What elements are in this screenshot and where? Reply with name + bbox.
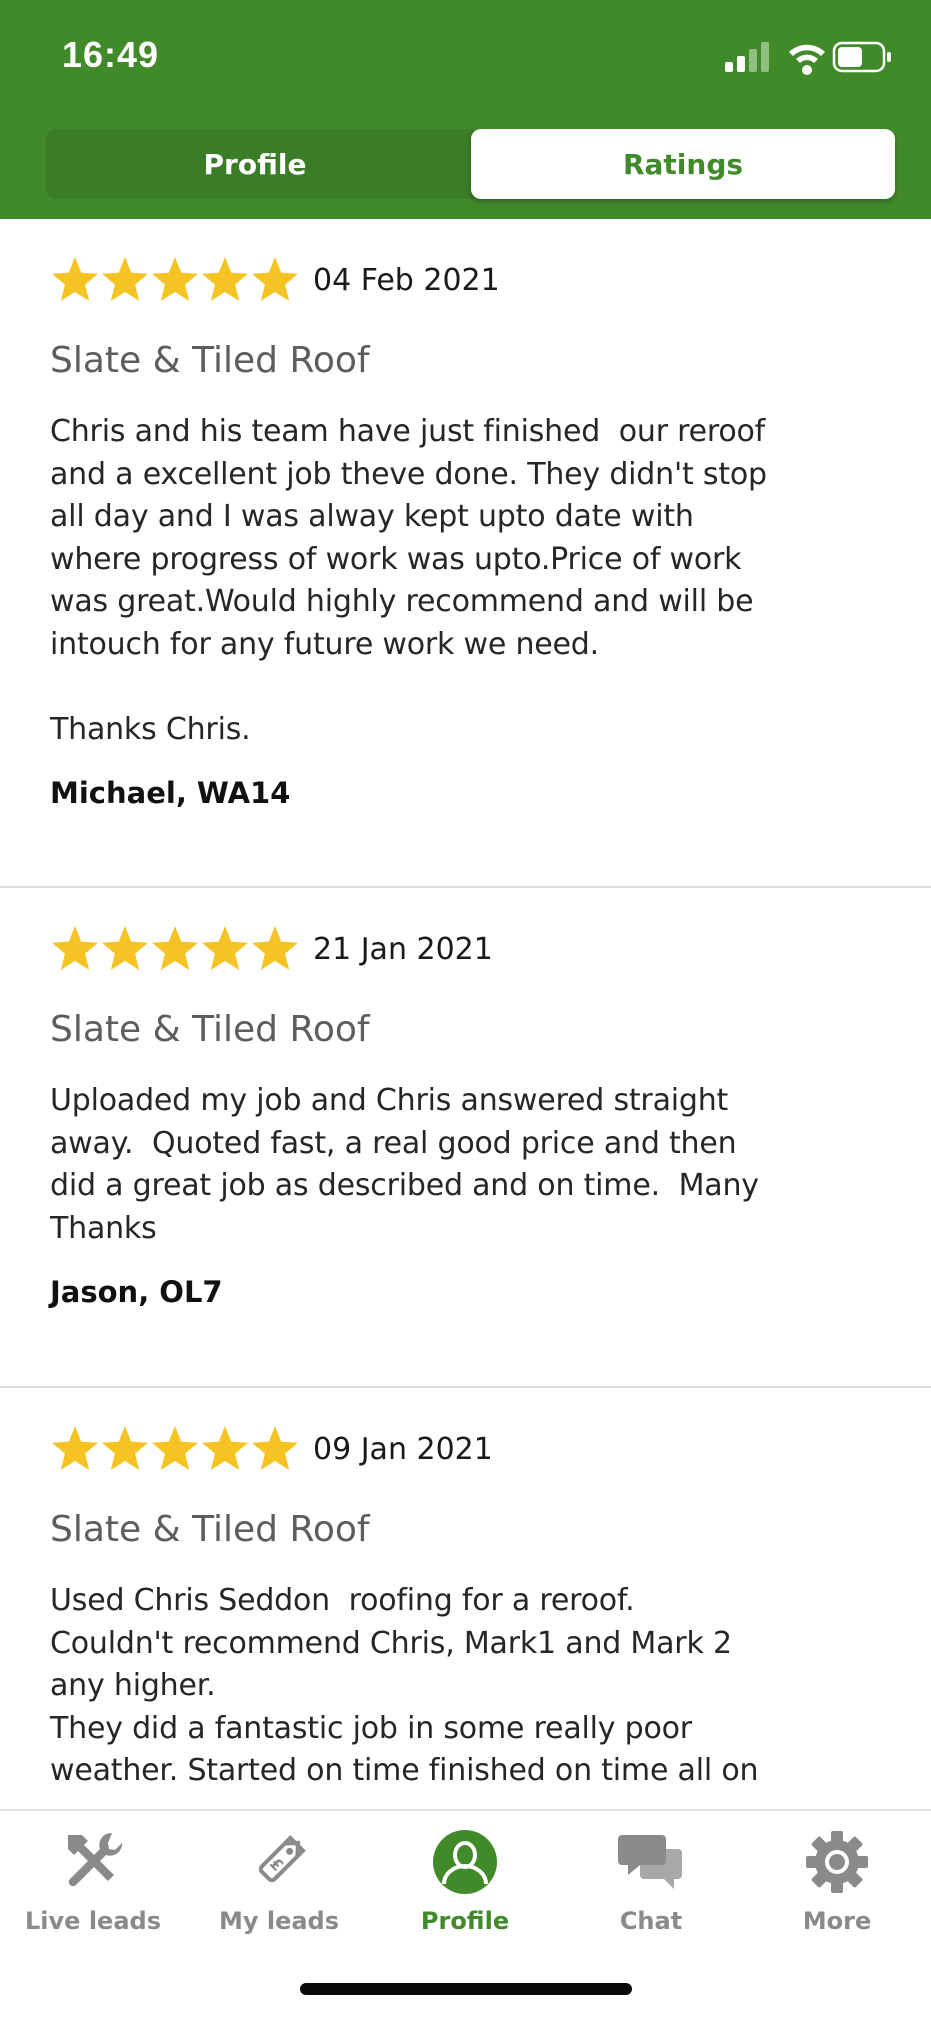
star-icon [202, 257, 248, 301]
review-card: 04 Feb 2021 Slate & Tiled Roof Chris and… [0, 219, 931, 888]
tab-label: Live leads [25, 1907, 161, 1935]
star-rating [50, 1424, 300, 1474]
tab-ratings-segment[interactable]: Ratings [471, 129, 895, 199]
rating-row: 09 Jan 2021 [50, 1420, 881, 1478]
review-text: Used Chris Seddon roofing for a reroof. … [50, 1583, 759, 1788]
star-icon [52, 257, 98, 301]
review-date: 04 Feb 2021 [313, 262, 500, 298]
star-icon [52, 926, 98, 970]
cellular-signal-icon [725, 42, 769, 72]
star-icon [252, 257, 298, 301]
star-icon [52, 1426, 98, 1470]
star-icon [152, 926, 198, 970]
review-text: Uploaded my job and Chris answered strai… [50, 1083, 759, 1246]
review-card: 09 Jan 2021 Slate & Tiled Roof Used Chri… [0, 1388, 931, 1811]
user-profile-icon [433, 1830, 497, 1894]
chat-bubbles-icon [618, 1835, 682, 1889]
review-category: Slate & Tiled Roof [50, 1009, 370, 1050]
reviews-list[interactable]: 04 Feb 2021 Slate & Tiled Roof Chris and… [0, 219, 931, 1811]
star-rating [50, 924, 300, 974]
tab-label: More [802, 1907, 872, 1935]
review-author: Jason, OL7 [50, 1275, 223, 1309]
star-icon [152, 1426, 198, 1470]
price-tag-icon: £ [258, 1835, 306, 1883]
tab-more[interactable]: More [744, 1827, 930, 1947]
star-icon [202, 926, 248, 970]
star-icon [252, 926, 298, 970]
star-icon [152, 257, 198, 301]
review-card: 21 Jan 2021 Slate & Tiled Roof Uploaded … [0, 888, 931, 1388]
review-date: 09 Jan 2021 [313, 1431, 493, 1467]
status-time: 16:49 [62, 34, 160, 75]
review-author: Michael, WA14 [50, 776, 291, 810]
app-header: 16:49 Profile Ratings [0, 0, 931, 219]
tab-my-leads[interactable]: £ My leads [186, 1827, 372, 1947]
star-icon [102, 926, 148, 970]
gear-icon [806, 1831, 868, 1893]
home-indicator [300, 1983, 632, 1995]
star-icon [102, 257, 148, 301]
review-text: Chris and his team have just finished ou… [50, 414, 767, 747]
review-category: Slate & Tiled Roof [50, 340, 370, 381]
tab-label: Profile [420, 1907, 510, 1935]
tab-label: My leads [218, 1907, 340, 1935]
battery-icon [832, 41, 891, 73]
rating-row: 21 Jan 2021 [50, 920, 881, 978]
star-rating [50, 255, 300, 305]
profile-ratings-segmented-control: Profile Ratings [46, 129, 895, 199]
tab-label: Chat [619, 1907, 683, 1935]
wifi-icon [789, 44, 825, 75]
review-category: Slate & Tiled Roof [50, 1509, 370, 1550]
tab-profile[interactable]: Profile [372, 1827, 558, 1947]
star-icon [252, 1426, 298, 1470]
star-icon [102, 1426, 148, 1470]
rating-row: 04 Feb 2021 [50, 251, 881, 309]
tab-profile-segment[interactable]: Profile [46, 129, 464, 199]
review-date: 21 Jan 2021 [313, 931, 493, 967]
hammer-wrench-icon [68, 1832, 123, 1887]
tab-live-leads[interactable]: Live leads [0, 1827, 186, 1947]
tab-chat[interactable]: Chat [558, 1827, 744, 1947]
status-icons [725, 41, 891, 75]
star-icon [202, 1426, 248, 1470]
